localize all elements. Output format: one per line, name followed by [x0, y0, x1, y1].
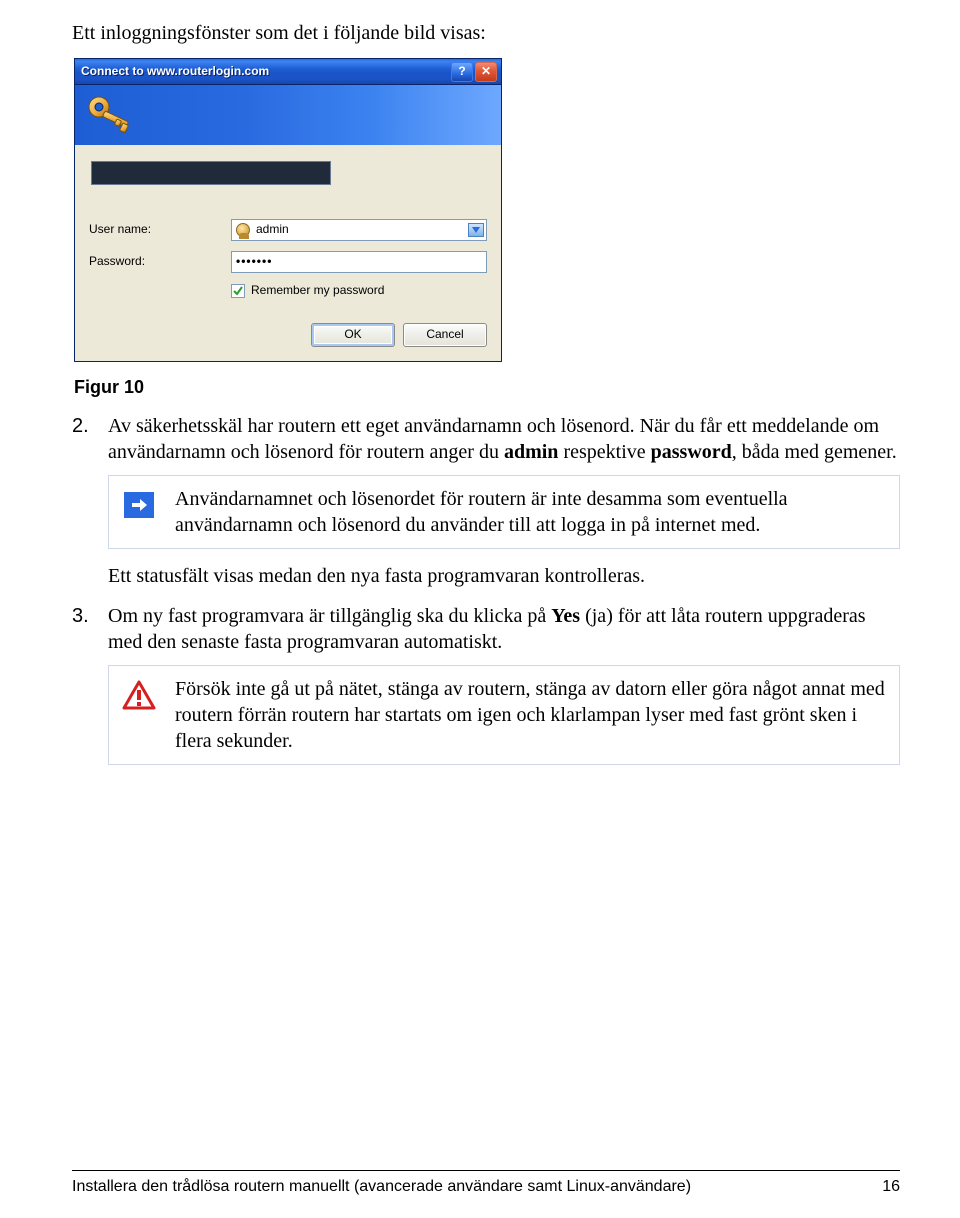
- footer-section-title: Installera den trådlösa routern manuellt…: [72, 1177, 691, 1198]
- password-value: •••••••: [236, 254, 272, 270]
- intro-text: Ett inloggningsfönster som det i följand…: [72, 20, 900, 46]
- chevron-down-icon: [472, 227, 480, 233]
- password-bold: password: [651, 441, 732, 463]
- info-callout-text: Användarnamnet och lösenordet för router…: [175, 486, 885, 538]
- t: Om ny fast programvara är tillgänglig sk…: [108, 605, 551, 627]
- dropdown-button[interactable]: [468, 223, 484, 237]
- info-icon-wrap: [121, 490, 157, 520]
- info-callout: Användarnamnet och lösenordet för router…: [108, 475, 900, 549]
- warning-callout: Försök inte gå ut på nätet, stänga av ro…: [108, 665, 900, 765]
- help-button[interactable]: ?: [451, 62, 473, 82]
- page-footer: Installera den trådlösa routern manuellt…: [72, 1170, 900, 1198]
- dialog-banner: [75, 85, 501, 145]
- dialog-title: Connect to www.routerlogin.com: [81, 64, 449, 80]
- remember-checkbox[interactable]: [231, 284, 245, 298]
- step-2: 2. Av säkerhetsskäl har routern ett eget…: [72, 413, 900, 589]
- dialog-button-row: OK Cancel: [75, 323, 501, 361]
- step-3-number: 3.: [72, 603, 89, 629]
- dialog-titlebar: Connect to www.routerlogin.com ? ✕: [75, 59, 501, 85]
- help-icon: ?: [458, 64, 465, 80]
- dialog-realm-box: [91, 161, 331, 185]
- t: , båda med gemener.: [732, 441, 897, 463]
- dialog-body: User name: admin Password: ••••••• Remem…: [75, 145, 501, 323]
- page-number: 16: [882, 1177, 900, 1198]
- step-2-text-2: Ett statusfält visas medan den nya fasta…: [108, 563, 900, 589]
- cancel-button[interactable]: Cancel: [403, 323, 487, 347]
- user-icon: [236, 223, 250, 237]
- close-icon: ✕: [481, 64, 491, 80]
- remember-row: Remember my password: [231, 283, 487, 299]
- step-2-text: Av säkerhetsskäl har routern ett eget an…: [108, 413, 900, 465]
- warning-callout-text: Försök inte gå ut på nätet, stänga av ro…: [175, 676, 885, 754]
- yes-bold: Yes: [551, 605, 580, 627]
- username-input[interactable]: admin: [231, 219, 487, 241]
- password-input[interactable]: •••••••: [231, 251, 487, 273]
- keys-icon: [83, 91, 139, 139]
- remember-label: Remember my password: [251, 283, 384, 299]
- t: respektive: [558, 441, 650, 463]
- figure-caption: Figur 10: [74, 376, 900, 399]
- arrow-right-icon: [124, 492, 154, 518]
- ok-button[interactable]: OK: [311, 323, 395, 347]
- check-icon: [233, 286, 243, 296]
- password-row: Password: •••••••: [89, 251, 487, 273]
- step-2-number: 2.: [72, 413, 89, 439]
- username-value: admin: [256, 222, 289, 238]
- close-button[interactable]: ✕: [475, 62, 497, 82]
- login-dialog: Connect to www.routerlogin.com ? ✕: [74, 58, 502, 362]
- username-label: User name:: [89, 222, 231, 238]
- admin-bold: admin: [504, 441, 558, 463]
- username-row: User name: admin: [89, 219, 487, 241]
- step-3: 3. Om ny fast programvara är tillgänglig…: [72, 603, 900, 765]
- step-3-text: Om ny fast programvara är tillgänglig sk…: [108, 603, 900, 655]
- warning-icon: [121, 680, 157, 710]
- password-label: Password:: [89, 254, 231, 270]
